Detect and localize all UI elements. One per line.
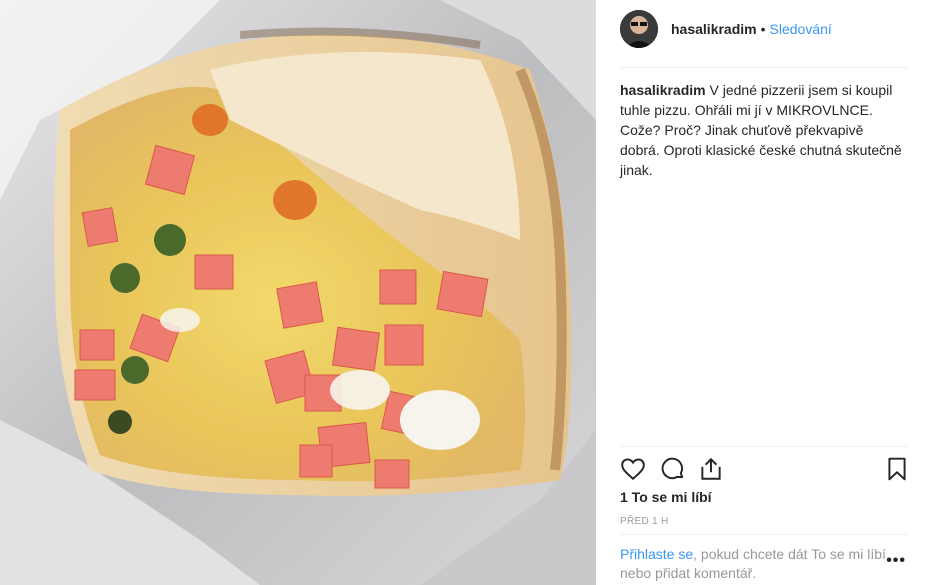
- separator-dot: •: [760, 21, 766, 37]
- post-side-panel: hasalikradim • Sledování hasalikradim V …: [596, 0, 926, 585]
- likes-count[interactable]: 1 To se mi líbí: [620, 489, 712, 505]
- comment-divider: [620, 534, 908, 535]
- more-options-icon[interactable]: •••: [886, 552, 906, 570]
- post-timestamp[interactable]: PŘED 1 H: [620, 516, 669, 527]
- post-photo[interactable]: [0, 0, 596, 585]
- avatar[interactable]: [620, 10, 658, 48]
- comment-icon[interactable]: [660, 456, 686, 482]
- username-link[interactable]: hasalikradim: [671, 21, 757, 37]
- heart-icon[interactable]: [620, 456, 646, 482]
- login-link[interactable]: Přihlaste se: [620, 546, 693, 562]
- post-caption: hasalikradim V jedné pizzerii jsem si ko…: [620, 80, 905, 180]
- pizza-image: [0, 0, 596, 585]
- action-bar: [620, 456, 910, 484]
- bookmark-icon[interactable]: [884, 456, 910, 482]
- comment-prompt: Přihlaste se, pokud chcete dát To se mi …: [620, 545, 890, 583]
- header-divider: [620, 67, 908, 68]
- actions-divider: [620, 446, 908, 447]
- caption-username[interactable]: hasalikradim: [620, 82, 706, 98]
- follow-button[interactable]: Sledování: [770, 21, 832, 37]
- post-header: hasalikradim • Sledování: [620, 9, 908, 49]
- share-icon[interactable]: [698, 456, 724, 482]
